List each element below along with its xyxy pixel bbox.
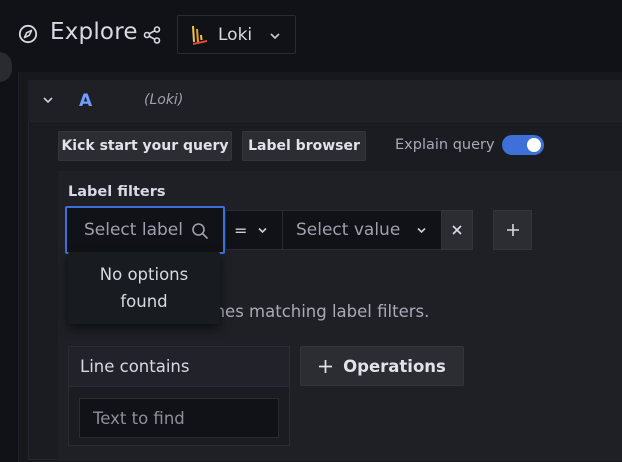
compass-icon (18, 24, 38, 44)
explain-query-toggle[interactable] (502, 135, 544, 155)
side-toggle-button[interactable] (0, 52, 12, 82)
select-label-input[interactable] (65, 206, 225, 254)
chevron-down-icon (258, 227, 267, 234)
add-filter-button[interactable] (493, 210, 532, 250)
text-to-find-input[interactable] (79, 398, 279, 438)
label-filters-title: Label filters (68, 184, 166, 200)
query-row-header (28, 80, 622, 122)
chevron-down-icon (270, 33, 280, 40)
operator-value: = (234, 220, 248, 240)
page-title: Explore (50, 19, 138, 45)
filter-hint-text: ines matching label filters. (210, 302, 430, 321)
label-options-dropdown: No options found (68, 252, 220, 324)
close-icon (452, 225, 462, 235)
datasource-name: Loki (218, 24, 253, 45)
chevron-down-icon (417, 227, 426, 234)
datasource-picker[interactable]: Loki (177, 15, 296, 54)
loki-logo-icon (192, 25, 207, 45)
select-label-field[interactable] (82, 219, 190, 241)
operations-label: Operations (343, 356, 446, 376)
share-icon[interactable] (142, 25, 162, 45)
plus-icon (506, 224, 519, 236)
text-to-find-field[interactable] (91, 407, 275, 429)
remove-filter-button[interactable] (441, 210, 473, 250)
add-operations-button[interactable]: Operations (300, 346, 464, 386)
no-options-message: No options found (99, 265, 189, 311)
select-value-input[interactable]: Select value (282, 210, 442, 250)
operator-select[interactable]: = (225, 210, 283, 250)
select-value-placeholder: Select value (296, 220, 401, 240)
line-contains-title: Line contains (80, 357, 190, 376)
plus-icon (319, 359, 333, 373)
chevron-down-icon[interactable] (42, 96, 54, 105)
label-browser-button[interactable]: Label browser (242, 131, 366, 161)
query-name[interactable]: A (79, 91, 92, 111)
kick-start-button[interactable]: Kick start your query (58, 131, 232, 161)
toggle-knob (527, 138, 541, 152)
search-icon (192, 223, 208, 239)
query-datasource-hint: (Loki) (144, 92, 184, 108)
explain-query-label: Explain query (395, 137, 495, 153)
